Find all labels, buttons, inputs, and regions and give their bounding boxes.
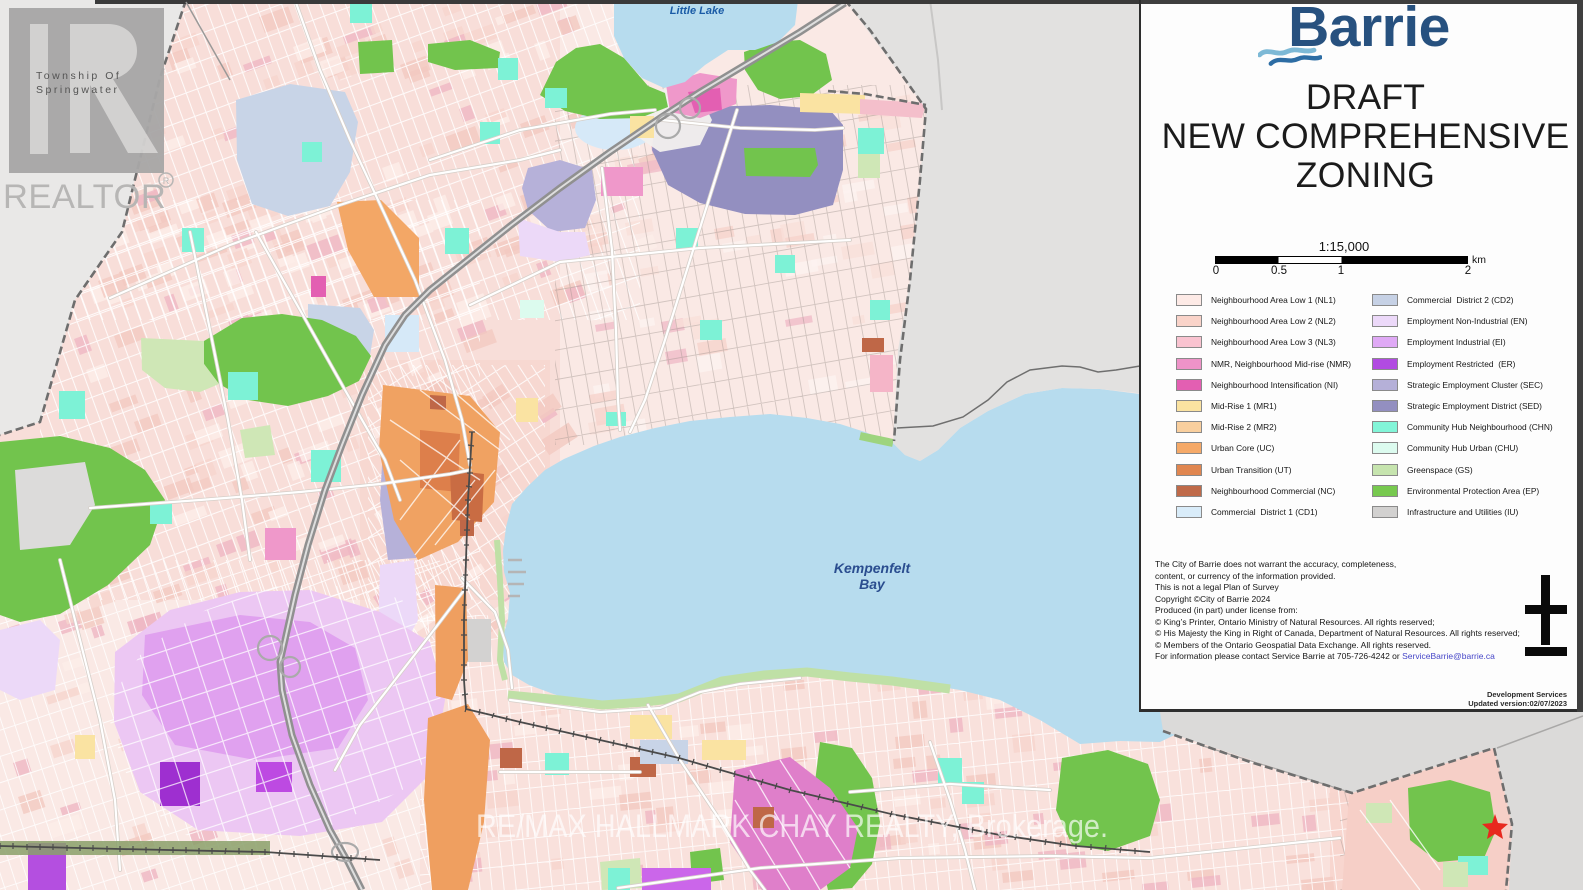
svg-text:Township Of: Township Of bbox=[36, 70, 121, 82]
svg-text:Little Lake: Little Lake bbox=[670, 5, 724, 17]
svg-text:REALTOR: REALTOR bbox=[3, 178, 166, 216]
svg-text:Kempenfelt: Kempenfelt bbox=[834, 560, 912, 576]
svg-text:Springwater: Springwater bbox=[36, 84, 120, 96]
svg-text:Bay: Bay bbox=[859, 576, 886, 592]
svg-text:R: R bbox=[163, 176, 170, 186]
svg-text:RE/MAX HALLMARK CHAY REALTY,: RE/MAX HALLMARK CHAY REALTY, Brokerage. bbox=[476, 808, 1108, 844]
